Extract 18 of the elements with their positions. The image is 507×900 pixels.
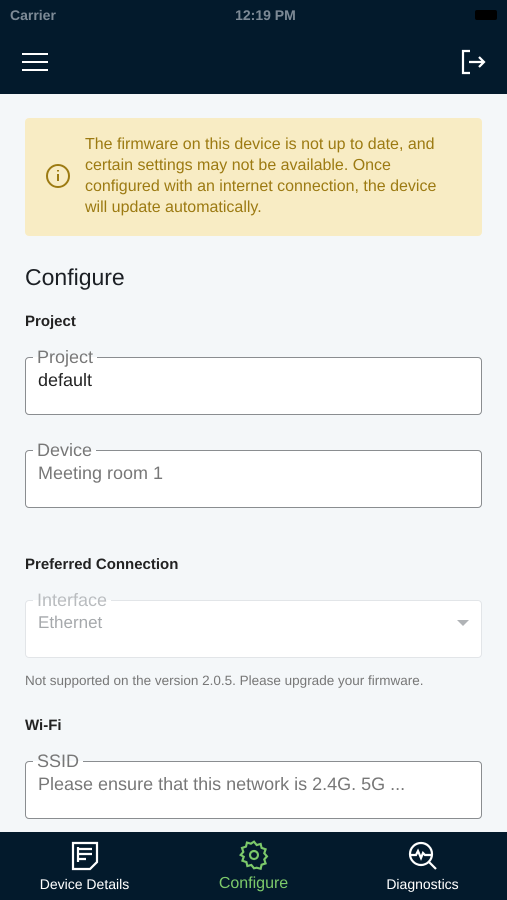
info-icon (45, 163, 71, 189)
warning-text: The firmware on this device is not up to date, and certain settings may not be available. Once configured with an internet connection, the device will update automatically. (85, 135, 438, 218)
tab[interactable]: Device Details (0, 832, 169, 900)
magnifier-pulse-icon (406, 840, 438, 872)
carrier-text: Carrier (10, 7, 56, 23)
settings-icon (238, 839, 270, 871)
clock-text: 12:19 PM (235, 7, 296, 23)
tab[interactable]: Configure (169, 832, 338, 900)
page-title: Configure (25, 264, 126, 291)
tab[interactable]: Diagnostics (338, 832, 507, 900)
helper-text: Not supported on the version 2.0.5. Please upgrade your firmware. (25, 672, 424, 689)
section-heading: Preferred Connection (25, 556, 180, 573)
dropdown-caret-icon (457, 620, 469, 626)
section-heading: Wi-Fi (25, 717, 63, 734)
menu-button[interactable] (22, 52, 48, 72)
battery-icon (475, 10, 497, 20)
section-heading: Project (25, 313, 77, 330)
logout-button[interactable] (459, 48, 487, 76)
